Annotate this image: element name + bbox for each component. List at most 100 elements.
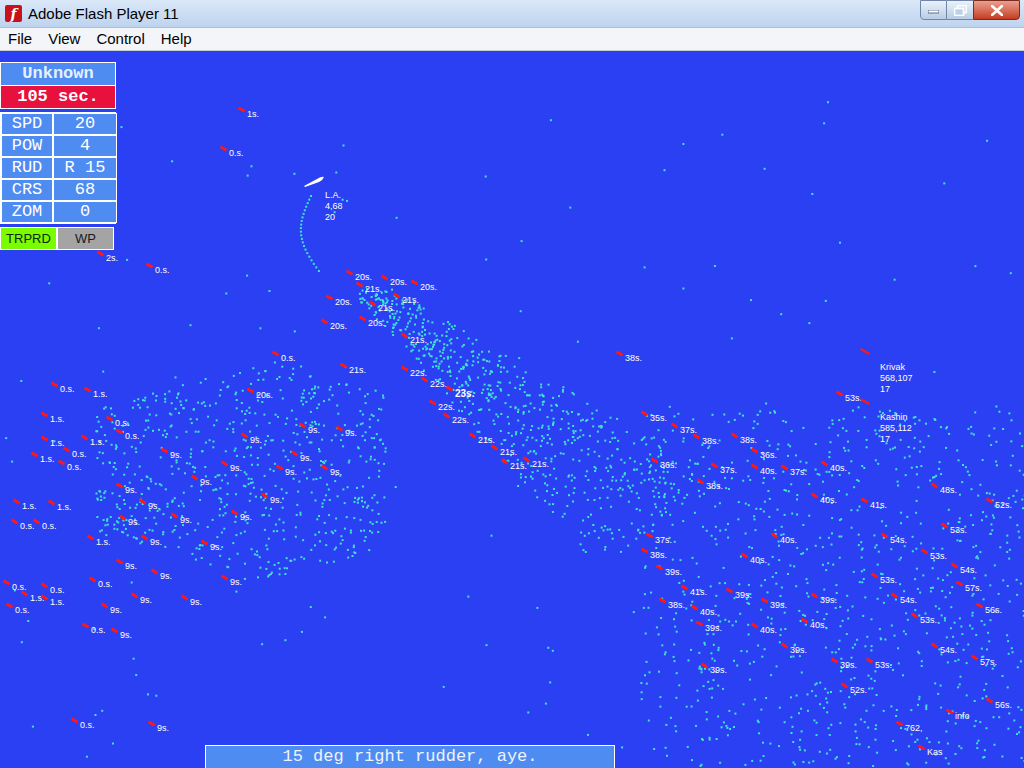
contact[interactable]: 9s. <box>101 602 122 615</box>
contact[interactable]: 21s. <box>393 292 419 305</box>
contact[interactable]: 39s. <box>761 597 787 610</box>
contact[interactable]: 39s. <box>726 587 752 600</box>
contact[interactable]: 39s. <box>701 662 727 675</box>
menu-item[interactable]: Help <box>161 29 192 49</box>
contact[interactable]: 48s. <box>931 482 957 495</box>
contact[interactable]: Kas <box>918 744 943 757</box>
contact[interactable]: 0.s. <box>71 717 95 730</box>
contact[interactable]: 9s. <box>241 432 262 445</box>
contact[interactable]: 21s. <box>401 332 427 345</box>
contact[interactable]: 9s. <box>141 534 162 547</box>
contact[interactable]: 37s. <box>781 464 807 477</box>
contact[interactable]: 20s. <box>359 315 385 328</box>
contact[interactable]: 20s. <box>247 387 273 400</box>
contact[interactable]: 0.s. <box>33 518 57 531</box>
menu-item[interactable]: File <box>8 29 32 49</box>
contact[interactable]: 40s. <box>751 463 777 476</box>
contact[interactable]: 20s. <box>381 274 407 287</box>
close-button[interactable] <box>973 0 1020 20</box>
contact[interactable]: 23s. <box>446 385 474 399</box>
contact[interactable]: 9s. <box>201 539 222 552</box>
contact[interactable]: 762, <box>896 720 923 733</box>
contact[interactable]: 0.s. <box>63 446 87 459</box>
contact[interactable]: 22s. <box>443 412 469 425</box>
contact[interactable]: 41s. <box>681 584 707 597</box>
contact[interactable]: 9s. <box>161 447 182 460</box>
contact[interactable]: 9s. <box>231 509 252 522</box>
contact[interactable]: 9s. <box>221 460 242 473</box>
contact[interactable]: 21s. <box>340 362 366 375</box>
contact[interactable]: 40s. <box>801 617 827 630</box>
contact[interactable]: 38s. <box>616 350 642 363</box>
contact[interactable]: 9s. <box>276 464 297 477</box>
contact[interactable]: 20s. <box>321 318 347 331</box>
contact[interactable]: 39s. <box>696 620 722 633</box>
contact[interactable]: 35s. <box>641 410 667 423</box>
contact[interactable]: 54s. <box>881 532 907 545</box>
contact[interactable]: 52s. <box>986 497 1012 510</box>
contact[interactable]: 9s. <box>148 720 169 733</box>
contact[interactable]: 0.s. <box>146 262 170 275</box>
contact[interactable]: info <box>946 708 970 721</box>
contact[interactable]: 37s. <box>646 532 672 545</box>
ship[interactable]: Krivak568,10717 <box>866 352 913 395</box>
menu-item[interactable]: Control <box>96 29 144 49</box>
contact[interactable]: 21s. <box>369 300 395 313</box>
contact[interactable]: 53s. <box>941 522 967 535</box>
contact[interactable]: 38s. <box>731 432 757 445</box>
contact[interactable]: 53s. <box>921 548 947 561</box>
contact[interactable]: 1.s. <box>48 499 72 512</box>
contact[interactable]: 22s. <box>429 399 455 412</box>
contact[interactable]: 2s. <box>97 250 118 263</box>
contact[interactable]: 39s. <box>811 592 837 605</box>
contact[interactable]: 41s. <box>861 497 887 510</box>
contact[interactable]: 0.s. <box>106 415 130 428</box>
contact[interactable]: 0.s. <box>6 602 30 615</box>
game-area[interactable]: 1s.0.s.2s.0.s.20s.0.s.21s.20s.0.s.1.s.1.… <box>0 51 1024 768</box>
contact[interactable]: 0.s. <box>220 145 244 158</box>
contact[interactable]: 20s. <box>411 279 437 292</box>
menu-item[interactable]: View <box>48 29 80 49</box>
ship[interactable]: L.A.4,6820 <box>311 180 343 223</box>
contact[interactable]: 21s. <box>469 432 495 445</box>
contact[interactable]: 22s. <box>421 376 447 389</box>
contact[interactable]: 57s. <box>956 580 982 593</box>
contact[interactable]: 53s. <box>866 657 892 670</box>
contact[interactable]: 1.s. <box>81 434 105 447</box>
contact[interactable]: 9s. <box>181 594 202 607</box>
contact[interactable]: 9s. <box>119 514 140 527</box>
contact[interactable]: 1.s. <box>87 534 111 547</box>
contact[interactable]: 56s. <box>976 602 1002 615</box>
contact[interactable]: 36s. <box>651 457 677 470</box>
contact[interactable]: 9s. <box>291 450 312 463</box>
contact[interactable]: 0.s. <box>51 381 75 394</box>
contact[interactable]: 38s. <box>659 597 685 610</box>
contact[interactable]: 39s. <box>831 657 857 670</box>
contact[interactable]: 9s. <box>321 464 342 477</box>
contact[interactable]: 0.s. <box>272 350 296 363</box>
contact[interactable]: 0.s. <box>116 428 140 441</box>
contact[interactable]: 0.s. <box>89 576 113 589</box>
contact[interactable]: 0.s. <box>11 518 35 531</box>
contact[interactable]: 40s. <box>751 622 777 635</box>
contact[interactable]: 0.s. <box>41 582 65 595</box>
contact[interactable]: 1.s. <box>13 498 37 511</box>
contact[interactable]: 40s. <box>771 532 797 545</box>
contact[interactable]: 54s. <box>931 642 957 655</box>
contact[interactable]: 53s. <box>911 612 937 625</box>
contact[interactable]: 21s. <box>523 456 549 469</box>
contact[interactable]: 9s. <box>131 592 152 605</box>
hud-button[interactable]: WP <box>57 227 114 250</box>
contact[interactable]: 9s. <box>221 574 242 587</box>
ship[interactable]: Kashin585,11217 <box>866 402 912 445</box>
contact[interactable]: 1s. <box>238 106 259 119</box>
hud-button[interactable]: TRPRD <box>0 227 57 250</box>
contact[interactable]: 9s. <box>299 422 320 435</box>
contact[interactable]: 9s. <box>171 512 192 525</box>
contact[interactable]: 39s. <box>781 642 807 655</box>
contact[interactable]: 38s. <box>641 547 667 560</box>
contact[interactable]: 57s. <box>971 654 997 667</box>
contact[interactable]: 9s. <box>336 425 357 438</box>
contact[interactable]: 9s. <box>116 482 137 495</box>
contact[interactable]: 39s. <box>656 564 682 577</box>
